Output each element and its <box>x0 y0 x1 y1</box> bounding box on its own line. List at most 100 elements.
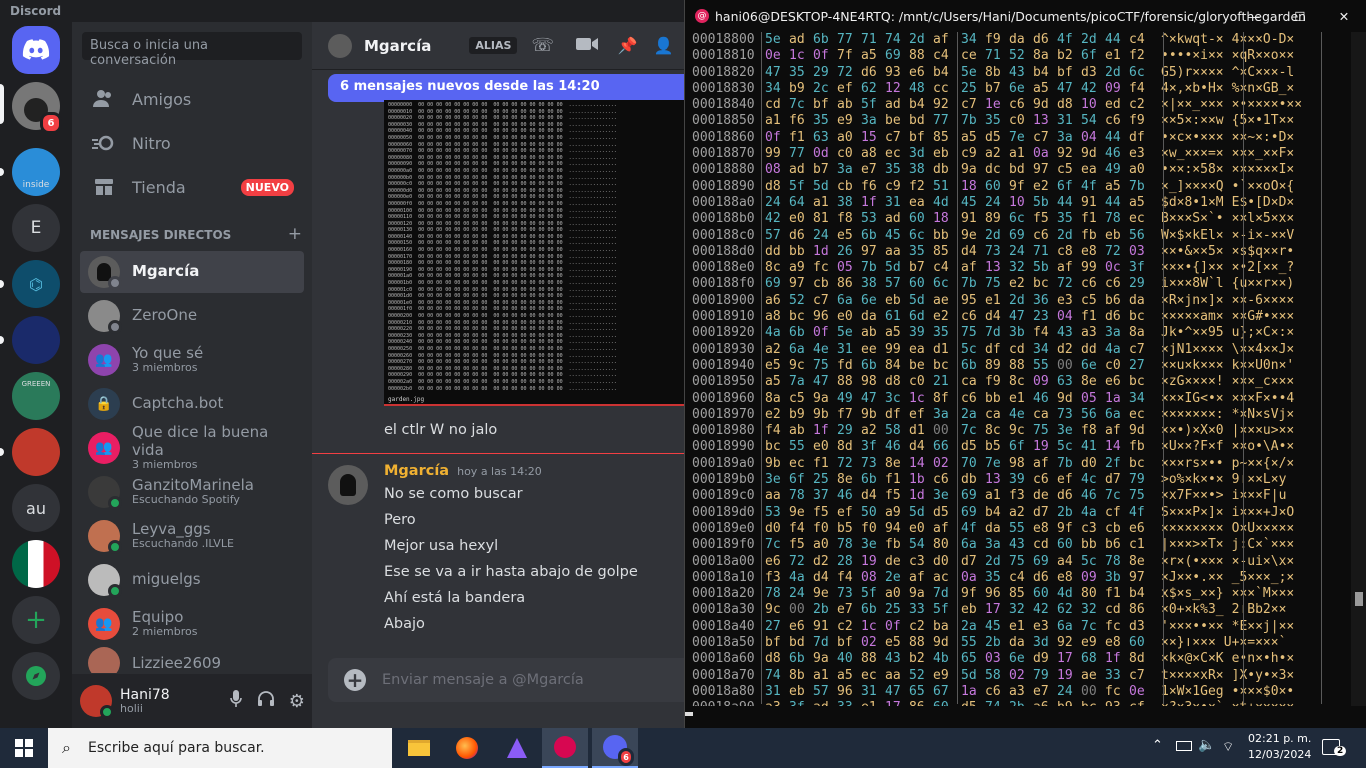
server-circuit[interactable]: ⌬ <box>12 260 60 308</box>
hex-byte: 26 <box>837 243 853 259</box>
dm-item[interactable]: 👥 Que dice la buena vida 3 miembros <box>80 424 304 471</box>
hex-byte: 1d <box>813 243 829 259</box>
hex-byte: 4a <box>1081 504 1097 520</box>
attached-screenshot[interactable]: 00000000 00 00 00 00 00 00 00 00 00 00 0… <box>384 100 684 406</box>
headphones-icon[interactable] <box>251 691 281 711</box>
hex-byte: 57 <box>885 276 901 292</box>
hex-byte: aa <box>885 243 901 259</box>
proton-vpn-icon[interactable] <box>494 728 540 768</box>
dm-item[interactable]: 👥 Equipo 2 miembros <box>80 603 304 645</box>
firefox-icon[interactable] <box>444 728 490 768</box>
battery-icon[interactable] <box>1176 741 1192 751</box>
screenshot-line: 00000060 00 00 00 00 00 00 00 00 00 00 0… <box>388 141 617 148</box>
taskbar-search[interactable]: ⌕ Escribe aquí para buscar. <box>48 728 392 768</box>
hex-byte: 6f <box>1057 178 1073 194</box>
wifi-icon[interactable]: ⌔ <box>1222 739 1234 755</box>
chevron-up-icon[interactable]: ⌃ <box>1152 738 1163 753</box>
hex-byte: 08 <box>765 162 781 178</box>
search-input[interactable]: Busca o inicia una conversación <box>82 32 302 68</box>
hex-byte: c2 <box>837 618 853 634</box>
microphone-icon[interactable] <box>221 690 251 712</box>
dm-item[interactable]: ZeroOne <box>80 295 304 337</box>
hex-byte: d2 <box>813 553 829 569</box>
hex-byte: cd <box>1105 602 1121 618</box>
hex-group: 69 a1 f3 de d6 46 7c 75 <box>957 488 1153 504</box>
terminal-scrollbar[interactable] <box>1351 32 1366 706</box>
debian-terminal-taskbar[interactable] <box>542 728 588 768</box>
add-friend-icon[interactable]: 👤 <box>654 36 674 55</box>
start-button[interactable] <box>0 728 48 768</box>
hex-byte: 8a <box>1033 48 1049 64</box>
message-author[interactable]: Mgarcía <box>384 463 449 479</box>
hex-byte: 04 <box>1081 129 1097 145</box>
ascii-text: t××××xR× <box>1161 667 1224 683</box>
home-button[interactable] <box>12 26 60 74</box>
dm-item[interactable]: 🔒 Captcha.bot <box>80 383 304 425</box>
call-icon[interactable]: ☏ <box>531 35 554 56</box>
video-icon[interactable] <box>575 36 598 55</box>
pin-icon[interactable]: 📌 <box>618 36 638 55</box>
dm-name: Yo que sé <box>132 344 204 363</box>
create-dm-button[interactable]: + <box>288 224 302 244</box>
hex-offset: 00018900 <box>692 292 755 308</box>
add-server-button[interactable]: + <box>12 596 60 644</box>
close-button[interactable]: ✕ <box>1321 9 1366 24</box>
screenshot-hexdump: 00000000 00 00 00 00 00 00 00 00 00 00 0… <box>384 100 684 394</box>
hex-byte: 89 <box>985 211 1001 227</box>
file-explorer-icon[interactable] <box>396 728 442 768</box>
dm-item[interactable]: GanzitoMarinela Escuchando Spotify <box>80 471 304 513</box>
discord-taskbar[interactable]: 6 <box>592 728 638 768</box>
attach-plus-icon[interactable]: + <box>344 668 366 692</box>
message-input[interactable]: + Enviar mensaje a @Mgarcía <box>328 658 684 702</box>
user-avatar[interactable] <box>80 685 114 719</box>
minimize-button[interactable]: — <box>1231 9 1277 24</box>
dm-item[interactable]: Leyva_ggs Escuchando .ILVLE <box>80 515 304 557</box>
server-au[interactable]: au <box>12 484 60 532</box>
server-colorful[interactable] <box>12 428 60 476</box>
nav-shop[interactable]: Tienda NUEVO <box>80 166 304 208</box>
circuit-icon: ⌬ <box>29 274 43 294</box>
dm-item[interactable]: Mgarcía <box>80 251 304 293</box>
settings-gear-icon[interactable]: ⚙ <box>282 691 312 712</box>
server-mexico[interactable] <box>12 540 60 588</box>
scrollbar-thumb[interactable] <box>1355 592 1363 606</box>
hex-byte: 61 <box>885 309 901 325</box>
clock[interactable]: 02:21 p. m. 12/03/2024 <box>1248 731 1311 763</box>
hex-byte: 31 <box>861 683 877 699</box>
hex-byte: 99 <box>1081 260 1097 276</box>
ascii-column: ×0+×k%3_ ו2Bb2×× <box>1153 602 1293 618</box>
hex-byte: c6 <box>961 390 977 406</box>
hex-byte: 6e <box>861 292 877 308</box>
avatar <box>88 476 122 510</box>
hex-byte: c5 <box>1081 292 1097 308</box>
dm-item[interactable]: Lizziee2609 <box>80 647 304 673</box>
server-night[interactable] <box>12 316 60 364</box>
nav-nitro[interactable]: Nitro <box>80 122 304 164</box>
screenshot-line: 00000140 00 00 00 00 00 00 00 00 00 00 0… <box>388 233 617 240</box>
hex-byte: af <box>1033 455 1049 471</box>
hex-offset: 000189c0 <box>692 488 755 504</box>
hex-byte: d6 <box>1033 32 1049 47</box>
server-inside[interactable]: inside <box>12 148 60 196</box>
hex-byte: 7f <box>837 48 853 64</box>
server-green[interactable]: GREEEN <box>12 372 60 420</box>
dm-item[interactable]: 👥 Yo que sé 3 miembros <box>80 339 304 381</box>
message-avatar[interactable] <box>328 465 368 505</box>
screenshot-line: 00000130 00 00 00 00 00 00 00 00 00 00 0… <box>388 227 617 234</box>
hex-row: 000188c0 57 d6 24 e5 6b 45 6c bb 9e 2d 69 c6 2d fb eb 56… <box>685 228 1351 244</box>
hex-byte: 74 <box>765 667 781 683</box>
hex-group: a2 6a 4e 31 ee 99 ea d1 <box>761 342 957 358</box>
ascii-column: ×zG××××! ×××_c××× <box>1153 374 1294 390</box>
hex-offset: 00018a80 <box>692 683 755 699</box>
new-messages-bar[interactable]: 6 mensajes nuevos desde las 14:20 <box>328 74 684 102</box>
nav-friends[interactable]: Amigos <box>80 78 304 120</box>
hex-byte: d5 <box>961 439 977 455</box>
hex-byte: f3 <box>765 569 781 585</box>
maximize-button[interactable]: ☐ <box>1277 9 1323 24</box>
volume-icon[interactable]: 🔈 <box>1198 737 1215 753</box>
hex-byte: bc <box>789 309 805 325</box>
server-e[interactable]: E <box>12 204 60 252</box>
hex-byte: 93 <box>1105 700 1129 706</box>
explore-servers-button[interactable] <box>12 652 60 700</box>
dm-item[interactable]: miguelgs <box>80 559 304 601</box>
